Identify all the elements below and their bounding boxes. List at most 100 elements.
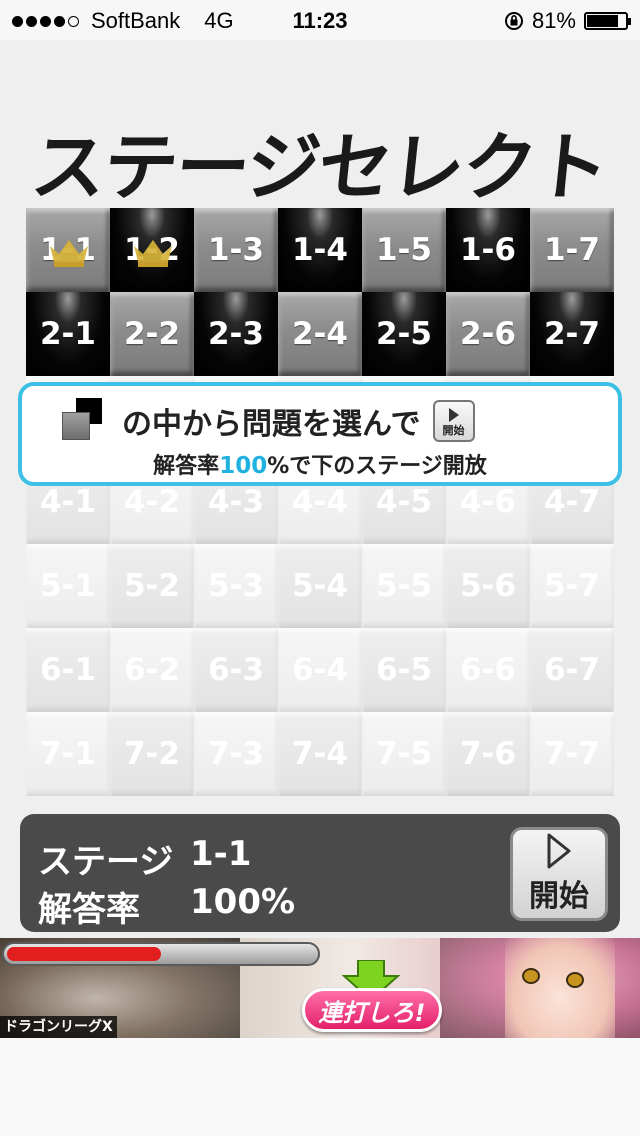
stage-cell-label: 6-1 [39,652,96,688]
stage-cell-label: 4-4 [291,484,348,520]
ad-logo: ドラゴンリーグX [0,1016,117,1038]
stage-cell-1-3[interactable]: 1-3 [194,208,278,292]
stage-cell-7-5[interactable]: 7-5 [362,712,446,796]
status-bar: SoftBank 4G 11:23 81% [0,0,640,40]
start-mini-label: 開始 [442,423,465,437]
stage-cell-label: 5-3 [207,568,264,604]
stage-cell-label: 1-6 [459,232,516,268]
stage-cell-2-7[interactable]: 2-7 [530,292,614,376]
start-button-label: 開始 [529,879,589,914]
stage-cell-label: 4-3 [207,484,264,520]
stage-cell-1-7[interactable]: 1-7 [530,208,614,292]
stage-cell-6-2[interactable]: 6-2 [110,628,194,712]
instruction-line-1: の中から問題を選んで 開始 [62,398,475,444]
stage-cell-1-1[interactable]: 1-1 [26,208,110,292]
stage-cell-label: 5-6 [459,568,516,604]
stage-cell-2-5[interactable]: 2-5 [362,292,446,376]
battery-percent: 81% [531,8,576,33]
stage-cell-6-3[interactable]: 6-3 [194,628,278,712]
instruction-banner: の中から問題を選んで 開始 解答率100%で下のステージ開放 [18,382,622,486]
stage-cell-label: 6-4 [291,652,348,688]
ad-banner[interactable]: 連打しろ! ドラゴンリーグX [0,938,640,1038]
stage-cell-6-1[interactable]: 6-1 [26,628,110,712]
stage-cell-label: 6-7 [543,652,600,688]
stage-cell-5-4[interactable]: 5-4 [278,544,362,628]
stage-cell-5-5[interactable]: 5-5 [362,544,446,628]
stage-cell-7-7[interactable]: 7-7 [530,712,614,796]
ad-character-face [505,938,615,1038]
stage-cell-1-2[interactable]: 1-2 [110,208,194,292]
stage-cell-label: 4-2 [123,484,180,520]
stage-cell-label: 7-7 [543,736,600,772]
stage-cell-label: 7-3 [207,736,264,772]
stage-cell-7-4[interactable]: 7-4 [278,712,362,796]
rate-row: 解答率 100% [38,882,295,931]
stage-cell-7-3[interactable]: 7-3 [194,712,278,796]
bottom-area [0,1038,640,1136]
stage-cell-2-3[interactable]: 2-3 [194,292,278,376]
stage-cell-label: 1-4 [291,232,348,268]
page-title: ステージセレクト [27,125,612,211]
start-button[interactable]: 開始 [510,827,608,921]
unlock-rate: 100 [219,453,268,479]
stage-cell-label: 6-5 [375,652,432,688]
stage-cell-label: 5-2 [123,568,180,604]
stage-cell-label: 2-2 [123,316,180,352]
stage-cell-7-1[interactable]: 7-1 [26,712,110,796]
stage-cell-label: 1-5 [375,232,432,268]
stage-cell-6-7[interactable]: 6-7 [530,628,614,712]
stage-cell-label: 6-6 [459,652,516,688]
unlock-prefix: 解答率 [153,454,220,479]
stage-cell-5-6[interactable]: 5-6 [446,544,530,628]
stage-cell-label: 2-1 [39,316,96,352]
stage-cell-5-3[interactable]: 5-3 [194,544,278,628]
stage-cell-label: 6-3 [207,652,264,688]
stage-cell-label: 2-6 [459,316,516,352]
instruction-text: の中から問題を選んで [122,407,421,442]
stage-cell-label: 4-5 [375,484,432,520]
rotation-lock-icon [504,12,523,30]
stage-cell-6-6[interactable]: 6-6 [446,628,530,712]
stage-cell-label: 7-1 [39,736,96,772]
stage-cell-2-6[interactable]: 2-6 [446,292,530,376]
stage-cell-label: 6-2 [123,652,180,688]
stage-cell-label: 7-4 [291,736,348,772]
stage-value: 1-1 [190,834,252,874]
stage-cell-label: 4-6 [459,484,516,520]
rate-label: 解答率 [38,890,140,930]
stage-cell-6-4[interactable]: 6-4 [278,628,362,712]
stage-cell-6-5[interactable]: 6-5 [362,628,446,712]
stage-cell-label: 2-4 [291,316,348,352]
stage-info-panel: ステージ 1-1 解答率 100% 開始 [20,814,620,932]
stage-cell-label: 5-1 [39,568,96,604]
stage-tiles-icon [62,398,110,444]
unlock-suffix: %で下のステージ開放 [267,454,487,479]
stage-cell-5-1[interactable]: 5-1 [26,544,110,628]
stage-cell-2-2[interactable]: 2-2 [110,292,194,376]
stage-cell-label: 1-7 [543,232,600,268]
battery-fill [587,15,618,27]
start-mini-icon: 開始 [432,400,475,442]
ad-mash-button[interactable]: 連打しろ! [302,988,442,1032]
stage-cell-label: 4-7 [543,484,600,520]
stage-cell-7-6[interactable]: 7-6 [446,712,530,796]
stage-cell-5-7[interactable]: 5-7 [530,544,614,628]
stage-cell-1-4[interactable]: 1-4 [278,208,362,292]
instruction-line-2: 解答率100%で下のステージ開放 [22,448,618,480]
stage-cell-5-2[interactable]: 5-2 [110,544,194,628]
stage-cell-label: 7-5 [375,736,432,772]
rate-value: 100% [190,882,296,922]
ad-progress-fill [7,947,161,961]
stage-cell-label: 2-7 [543,316,600,352]
stage-cell-2-1[interactable]: 2-1 [26,292,110,376]
stage-cell-1-5[interactable]: 1-5 [362,208,446,292]
stage-cell-label: 2-5 [375,316,432,352]
play-icon [448,407,459,422]
stage-cell-1-6[interactable]: 1-6 [446,208,530,292]
ad-progress-bar [2,942,320,966]
stage-cell-7-2[interactable]: 7-2 [110,712,194,796]
ad-character-eye [522,968,540,984]
stage-cell-label: 2-3 [207,316,264,352]
crown-icon [50,240,88,267]
stage-cell-2-4[interactable]: 2-4 [278,292,362,376]
